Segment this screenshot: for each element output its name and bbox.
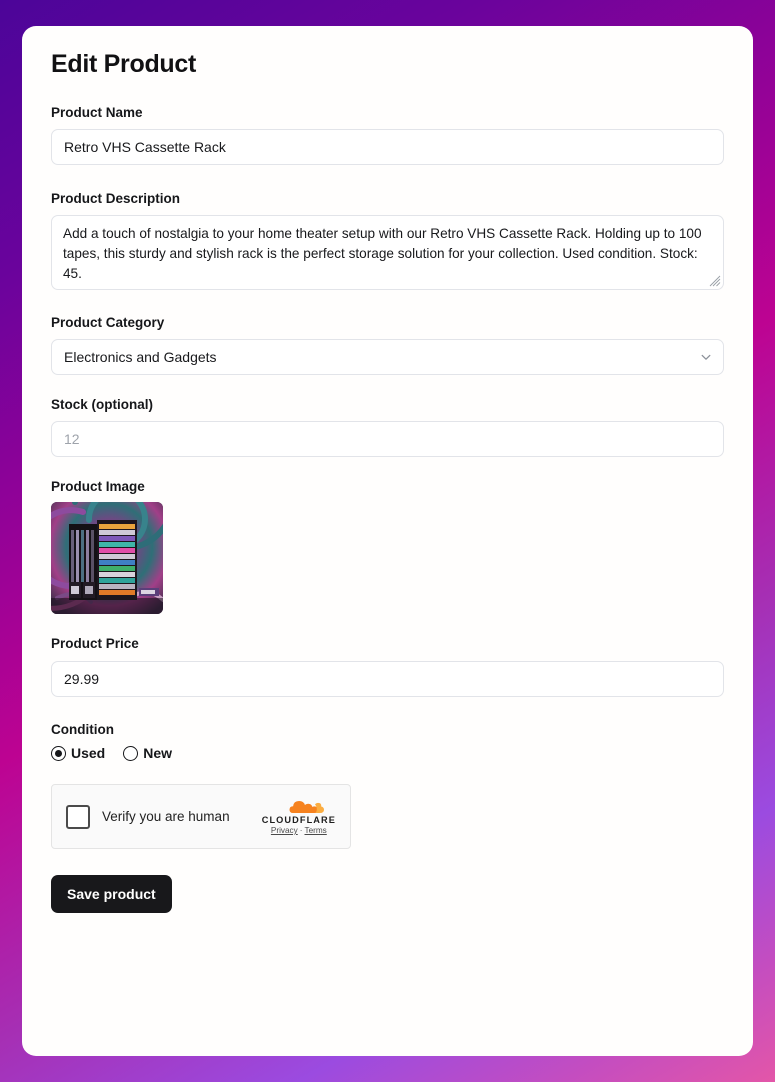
stock-input[interactable]: 12 — [51, 421, 724, 457]
product-category-value: Electronics and Gadgets — [64, 349, 217, 365]
condition-radio-group: Used New — [51, 745, 724, 761]
product-price-field: Product Price 29.99 — [51, 636, 724, 697]
product-image-thumbnail[interactable] — [51, 502, 163, 614]
privacy-link[interactable]: Privacy — [271, 826, 298, 835]
product-category-field: Product Category Electronics and Gadgets — [51, 315, 724, 375]
unchecked-checkbox-icon[interactable] — [66, 804, 90, 829]
product-image-field: Product Image — [51, 479, 724, 614]
product-description-value: Add a touch of nostalgia to your home th… — [63, 226, 702, 281]
radio-new-icon[interactable] — [123, 745, 139, 761]
product-name-input[interactable]: Retro VHS Cassette Rack — [51, 129, 724, 165]
condition-label: Condition — [51, 722, 114, 737]
cloudflare-wordmark: CLOUDFLARE — [261, 814, 336, 825]
product-name-label: Product Name — [51, 105, 143, 120]
product-price-label: Product Price — [51, 636, 139, 651]
product-image-label: Product Image — [51, 479, 145, 494]
product-name-field: Product Name Retro VHS Cassette Rack — [51, 105, 724, 165]
stock-field: Stock (optional) 12 — [51, 397, 724, 457]
turnstile-links: Privacy · Terms — [262, 826, 336, 835]
product-price-input[interactable]: 29.99 — [51, 661, 724, 697]
product-description-textarea[interactable]: Add a touch of nostalgia to your home th… — [51, 215, 724, 290]
product-description-field: Product Description Add a touch of nosta… — [51, 191, 724, 290]
condition-option-new[interactable]: New — [123, 745, 172, 761]
condition-option-new-label: New — [143, 745, 173, 761]
cloudflare-cloud-icon — [289, 800, 324, 813]
product-image-graphic — [51, 502, 163, 614]
page-title: Edit Product — [51, 50, 197, 78]
save-product-button[interactable]: Save product — [51, 875, 172, 913]
edit-product-card: Edit Product Product Name Retro VHS Cass… — [22, 26, 753, 1056]
condition-option-used-label: Used — [71, 745, 106, 761]
stock-label: Stock (optional) — [51, 397, 153, 412]
product-category-select[interactable]: Electronics and Gadgets — [51, 339, 724, 375]
links-separator: · — [299, 826, 303, 835]
condition-field: Condition Used New — [51, 722, 724, 761]
product-category-label: Product Category — [51, 315, 165, 330]
condition-option-used[interactable]: Used — [51, 745, 105, 761]
cloudflare-brand: CLOUDFLARE Privacy · Terms — [262, 798, 336, 835]
turnstile-prompt: Verify you are human — [102, 809, 230, 824]
cloudflare-turnstile-widget[interactable]: Verify you are human CLOUDFLARE Privacy ·… — [51, 784, 351, 849]
terms-link[interactable]: Terms — [304, 826, 326, 835]
product-description-label: Product Description — [51, 191, 181, 206]
chevron-down-icon[interactable] — [699, 350, 713, 364]
radio-used-icon[interactable] — [51, 745, 66, 761]
resize-handle-icon[interactable] — [709, 275, 721, 287]
